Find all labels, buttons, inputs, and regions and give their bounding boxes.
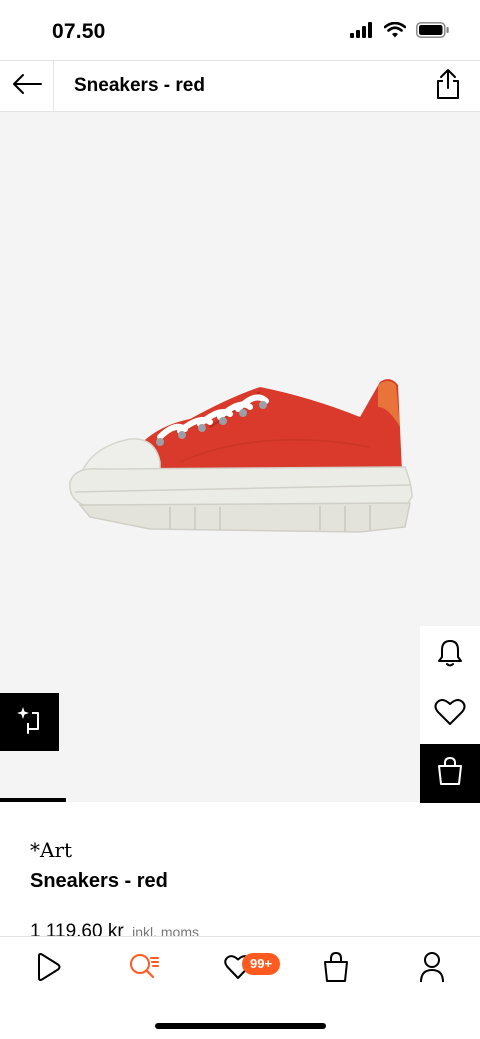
compare-button[interactable] [0,693,59,751]
status-icons [350,21,450,43]
carousel-indicator [0,798,66,802]
share-icon [435,68,461,105]
bell-icon [437,638,463,673]
side-actions [420,626,480,803]
navigation-bar: Sneakers - red [0,60,480,112]
tab-profile[interactable] [412,951,452,987]
play-icon [34,952,62,987]
share-button[interactable] [432,68,464,105]
user-icon [418,951,446,988]
tab-bag[interactable] [316,951,356,987]
status-time: 07.50 [52,20,106,43]
product-photo [69,379,413,533]
back-button[interactable] [0,61,54,111]
shopping-bag-icon [436,756,464,791]
wishlist-count-badge: 99+ [242,953,281,975]
cellular-signal-icon [350,22,374,43]
battery-icon [416,22,450,43]
sparkle-crop-icon [15,705,45,740]
status-bar: 07.50 [0,0,480,60]
page-title: Sneakers - red [74,75,205,96]
product-image-gallery[interactable] [0,112,480,802]
search-icon [128,952,160,987]
wifi-icon [383,21,407,43]
price-row: 1 119,60 kr inkl. moms [30,921,199,937]
wishlist-button[interactable] [420,685,480,744]
arrow-left-icon [12,73,42,100]
tab-home[interactable] [28,951,68,987]
notify-button[interactable] [420,626,480,685]
home-indicator [155,1023,326,1029]
add-to-bag-button[interactable] [420,744,480,803]
product-name: Sneakers - red [30,870,168,892]
price: 1 119,60 kr [30,921,124,937]
brand-name[interactable]: *Art [30,838,72,862]
shopping-bag-icon [322,951,350,988]
tab-search[interactable] [124,951,164,987]
heart-icon [434,698,466,731]
